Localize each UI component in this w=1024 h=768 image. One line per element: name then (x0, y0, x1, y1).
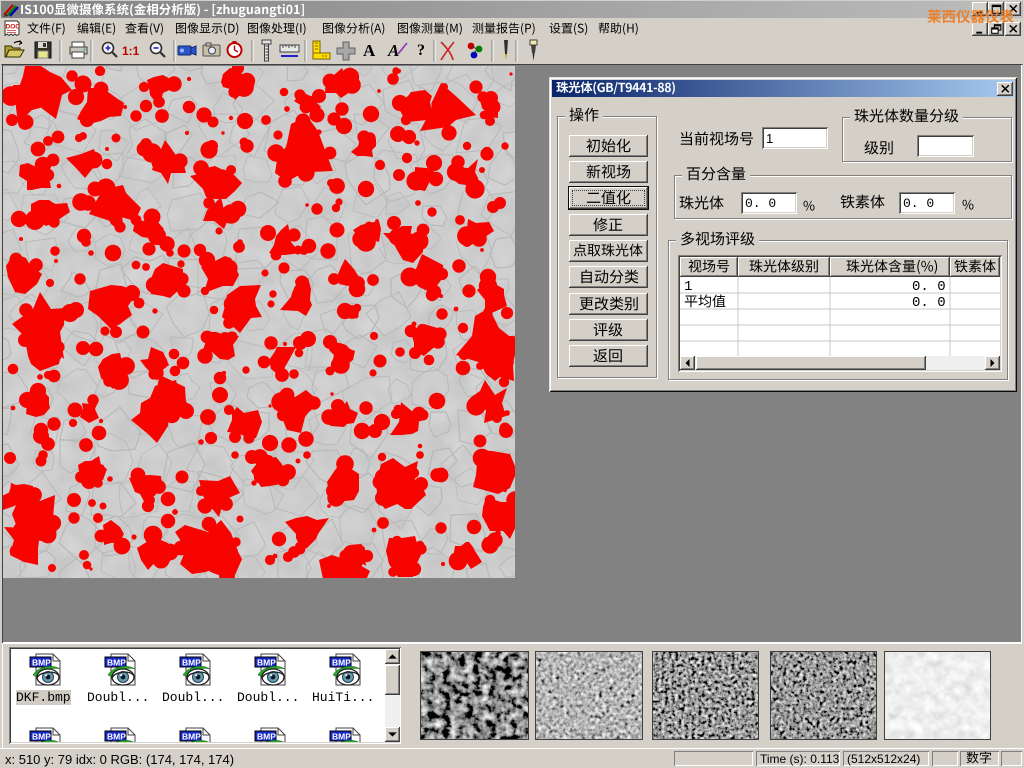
svg-text:BMP: BMP (32, 658, 51, 668)
svg-text:BMP: BMP (32, 732, 51, 742)
svg-text:BMP: BMP (257, 732, 276, 742)
svg-text:BMP: BMP (332, 658, 351, 668)
svg-text:BMP: BMP (107, 658, 126, 668)
svg-text:1:1: 1:1 (122, 44, 140, 58)
svg-text:A: A (387, 41, 399, 60)
svg-text:DOC: DOC (6, 24, 21, 31)
svg-text:?: ? (417, 42, 425, 59)
svg-text:BMP: BMP (107, 732, 126, 742)
svg-text:BMP: BMP (182, 732, 201, 742)
svg-text:BMP: BMP (257, 658, 276, 668)
svg-text:BMP: BMP (182, 658, 201, 668)
svg-text:A: A (363, 41, 376, 60)
svg-text:BMP: BMP (332, 732, 351, 742)
